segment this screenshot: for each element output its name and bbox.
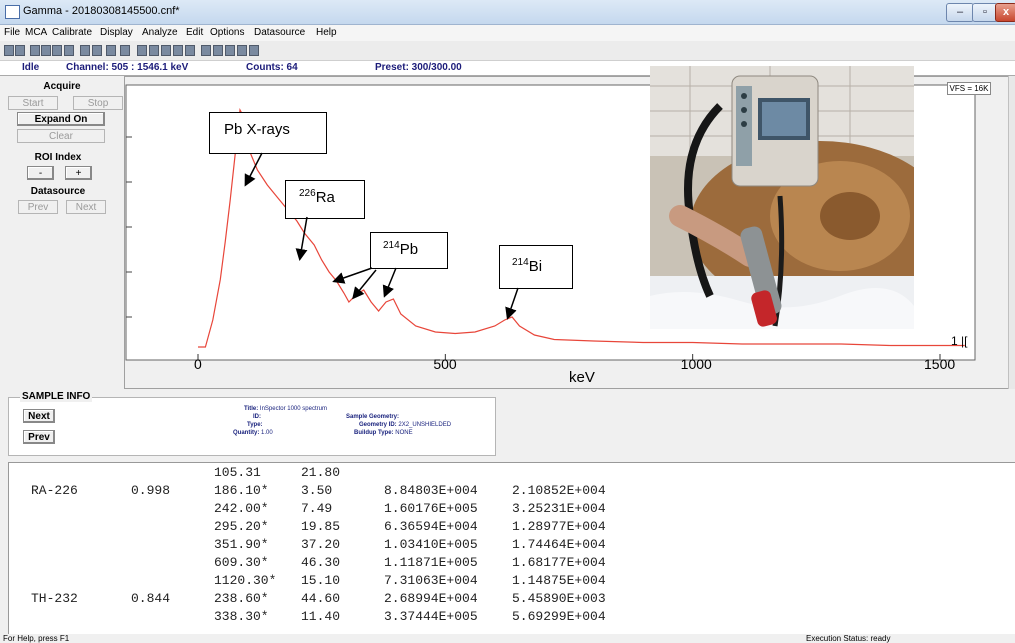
report-cell-energy: 338.30* [214, 609, 269, 624]
report-cell-err: 5.69299E+004 [512, 609, 606, 624]
report-cell-energy: 105.31 [214, 465, 261, 480]
report-cell-err: 1.14875E+004 [512, 573, 606, 588]
report-cell-yield: 19.85 [301, 519, 341, 534]
report-cell-conf: 0.844 [131, 591, 171, 606]
geometry-id-value: 2X2_UNSHIELDED [398, 422, 452, 428]
report-cell-energy: 186.10* [214, 483, 269, 498]
report-cell-yield: 44.60 [301, 591, 341, 606]
report-cell-yield: 15.10 [301, 573, 341, 588]
report-cell-energy: 242.00* [214, 501, 269, 516]
help-hint: For Help, press F1 [3, 634, 70, 643]
report-cell-err: 1.28977E+004 [512, 519, 606, 534]
report-cell-conf: 0.998 [131, 483, 171, 498]
sample-prev-button[interactable]: Prev [23, 430, 55, 444]
title-label: Title: [244, 406, 259, 412]
report-cell-act: 7.31063E+004 [384, 573, 478, 588]
report-cell-act: 1.03410E+005 [384, 537, 478, 552]
quantity-value: 1.00 [261, 430, 273, 436]
report-cell-act: 1.60176E+005 [384, 501, 478, 516]
report-cell-energy: 609.30* [214, 555, 269, 570]
report-cell-act: 6.36594E+004 [384, 519, 478, 534]
execution-status: Execution Status: ready [806, 634, 891, 643]
report-cell-yield: 37.20 [301, 537, 341, 552]
buildup-type-value: NONE [395, 430, 413, 436]
status-bar: For Help, press F1 Execution Status: rea… [0, 634, 1015, 643]
sample-info-legend: SAMPLE INFO [20, 391, 93, 402]
report-cell-yield: 7.49 [301, 501, 333, 516]
arrow-ra226 [295, 216, 308, 261]
report-cell-act: 8.84803E+004 [384, 483, 478, 498]
report-cell-yield: 46.30 [301, 555, 341, 570]
report-cell-yield: 11.40 [301, 609, 341, 624]
report-cell-act: 3.37444E+005 [384, 609, 478, 624]
report-cell-nuclide: RA-226 [31, 483, 78, 498]
title-value: InSpector 1000 spectrum [259, 406, 327, 412]
report-cell-err: 2.10852E+004 [512, 483, 606, 498]
report-cell-nuclide: TH-232 [31, 591, 78, 606]
buildup-type-label: Buildup Type: [354, 430, 394, 436]
report-cell-err: 5.45890E+003 [512, 591, 606, 606]
report-cell-err: 3.25231E+004 [512, 501, 606, 516]
arrow-pb214-b [352, 269, 377, 300]
report-cell-act: 2.68994E+004 [384, 591, 478, 606]
report-cell-energy: 351.90* [214, 537, 269, 552]
report-cell-yield: 3.50 [301, 483, 333, 498]
type-label: Type: [247, 422, 263, 428]
report-cell-err: 1.74464E+004 [512, 537, 606, 552]
report-cell-act: 1.11871E+005 [384, 555, 478, 570]
report-cell-energy: 295.20* [214, 519, 269, 534]
id-label: ID: [253, 414, 261, 420]
sample-next-button[interactable]: Next [23, 409, 55, 423]
analysis-report[interactable]: 105.31 21.80 RA-226 0.998 186.10* 3.50 8.84803… [8, 462, 1015, 636]
arrow-pb214-c [382, 267, 397, 298]
instrument-photo-drawing [650, 66, 914, 329]
quantity-label: Quantity: [233, 430, 260, 436]
report-cell-energy: 1120.30* [214, 573, 277, 588]
arrow-pb-xrays [244, 152, 263, 187]
sample-info-panel: Next Prev Title: InSpector 1000 spectrum… [8, 397, 496, 456]
geometry-id-label: Geometry ID: [359, 422, 397, 428]
arrow-bi214 [505, 287, 519, 320]
arrow-pb214-a [332, 267, 373, 284]
instrument-photo [650, 66, 914, 329]
report-cell-err: 1.68177E+004 [512, 555, 606, 570]
sample-geometry-label: Sample Geometry: [346, 414, 400, 420]
report-cell-energy: 238.60* [214, 591, 269, 606]
report-cell-yield: 21.80 [301, 465, 341, 480]
